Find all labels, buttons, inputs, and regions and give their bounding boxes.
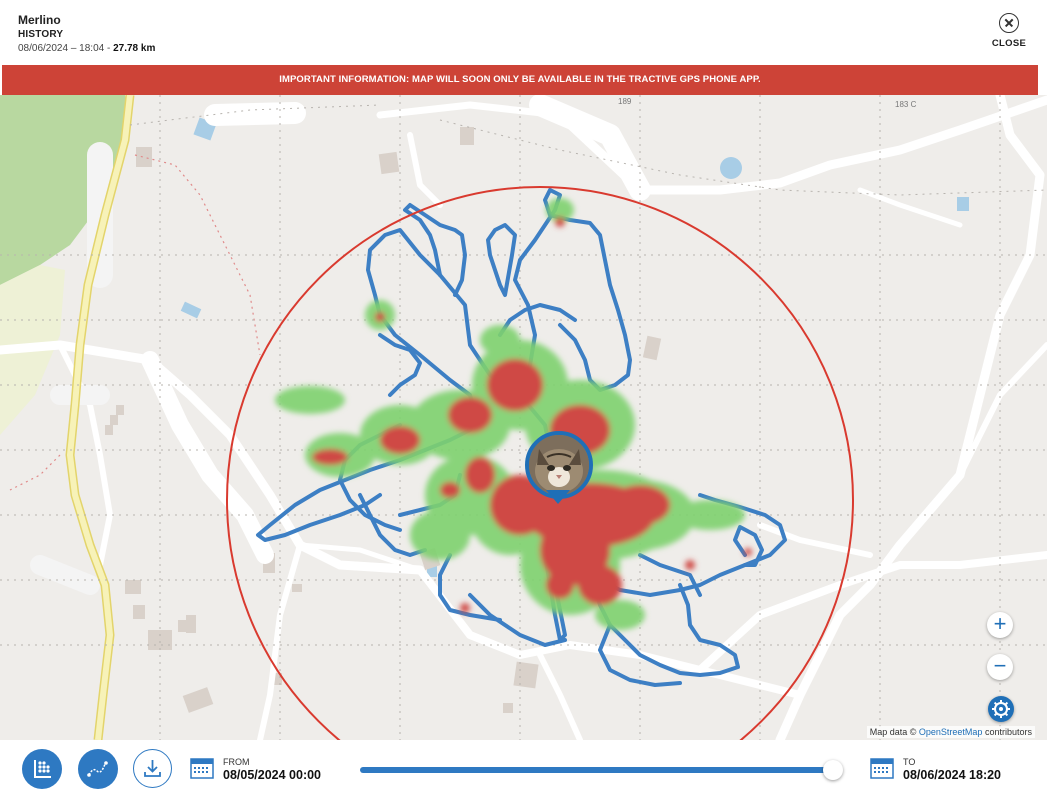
download-button[interactable] xyxy=(133,749,172,788)
history-date-summary: 08/06/2024 – 18:04 - 27.78 km xyxy=(18,43,155,54)
openstreetmap-link[interactable]: OpenStreetMap xyxy=(919,727,983,737)
map-attribution: Map data © OpenStreetMap contributors xyxy=(866,726,1035,738)
from-label: FROM xyxy=(223,757,250,767)
download-icon xyxy=(144,760,161,777)
pet-name: Merlino xyxy=(18,13,61,27)
from-date[interactable]: 08/05/2024 00:00 xyxy=(223,768,321,782)
heatmap-icon xyxy=(34,760,51,778)
marker-pointer xyxy=(546,490,570,504)
to-label: TO xyxy=(903,757,916,767)
history-distance: 27.78 km xyxy=(113,43,156,54)
to-date[interactable]: 08/06/2024 18:20 xyxy=(903,768,1001,782)
header: Merlino HISTORY 08/06/2024 – 18:04 - 27.… xyxy=(0,0,1047,64)
close-label: CLOSE xyxy=(991,38,1027,49)
time-slider-handle[interactable] xyxy=(823,760,843,780)
heatmap-button[interactable] xyxy=(22,749,62,789)
map-label-183c: 183 C xyxy=(895,100,917,109)
history-title: HISTORY xyxy=(18,29,64,40)
attribution-suffix: contributors xyxy=(984,727,1032,737)
close-button[interactable]: CLOSE xyxy=(989,13,1029,49)
calendar-from-icon[interactable] xyxy=(190,757,214,779)
map-settings-button[interactable] xyxy=(988,696,1014,722)
gear-icon xyxy=(992,700,1010,718)
map-view[interactable]: 189 183 C + − Map data © OpenStreetMap c… xyxy=(0,95,1047,740)
pet-avatar xyxy=(525,431,593,499)
map-label-189: 189 xyxy=(618,97,632,106)
calendar-to-icon[interactable] xyxy=(870,757,894,779)
pet-location-marker[interactable] xyxy=(522,428,594,510)
time-range-slider[interactable] xyxy=(360,767,832,773)
zoom-out-button[interactable]: − xyxy=(987,654,1013,680)
route-button[interactable] xyxy=(78,749,118,789)
route-icon xyxy=(87,761,108,777)
map-canvas: 189 183 C xyxy=(0,95,1047,740)
close-icon xyxy=(999,13,1019,33)
history-date-range: 08/06/2024 – 18:04 - xyxy=(18,43,114,54)
info-banner: IMPORTANT INFORMATION: MAP WILL SOON ONL… xyxy=(2,65,1038,95)
zoom-in-button[interactable]: + xyxy=(987,612,1013,638)
attribution-prefix: Map data © xyxy=(869,727,917,737)
